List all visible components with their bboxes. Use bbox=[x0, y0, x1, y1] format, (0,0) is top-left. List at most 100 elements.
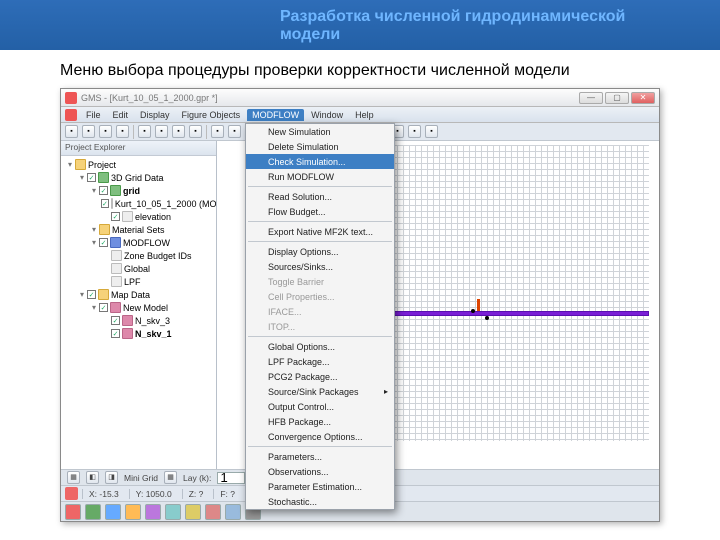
tree-item-lpf[interactable]: LPF bbox=[65, 275, 212, 288]
tree-item-3d-grid-data[interactable]: ▾✓ 3D Grid Data bbox=[65, 171, 212, 184]
tree-item-grid[interactable]: ▾✓grid bbox=[65, 184, 212, 197]
status-swatch bbox=[65, 487, 78, 500]
menu-item-stochastic[interactable]: Stochastic... bbox=[246, 494, 394, 509]
tree-item-kurt-10-05-1-2000-modflow-[interactable]: ✓Kurt_10_05_1_2000 (MODFLOW) bbox=[65, 197, 212, 210]
tree-twisty-icon[interactable]: ▾ bbox=[77, 290, 87, 299]
tree-checkbox[interactable]: ✓ bbox=[99, 303, 108, 312]
slide-header-line1: Разработка численной гидродинамической bbox=[280, 8, 720, 26]
menu-item-pcg2-package[interactable]: PCG2 Package... bbox=[246, 369, 394, 384]
menu-separator bbox=[248, 186, 392, 187]
menu-item-display-options[interactable]: Display Options... bbox=[246, 244, 394, 259]
tree-checkbox[interactable]: ✓ bbox=[111, 316, 120, 325]
tree-checkbox[interactable]: ✓ bbox=[111, 212, 120, 221]
view2-icon[interactable]: ◧ bbox=[86, 471, 99, 484]
modflow-menu-dropdown[interactable]: New SimulationDelete SimulationCheck Sim… bbox=[245, 123, 395, 510]
menu-item-sources-sinks[interactable]: Sources/Sinks... bbox=[246, 259, 394, 274]
layer-label: Lay (k): bbox=[183, 473, 211, 483]
tree-twisty-icon[interactable]: ▾ bbox=[65, 160, 75, 169]
tree-twisty-icon[interactable]: ▾ bbox=[89, 186, 99, 195]
open-icon[interactable]: ▪ bbox=[82, 125, 95, 138]
tree-item-global[interactable]: Global bbox=[65, 262, 212, 275]
module-button-9[interactable] bbox=[225, 504, 241, 520]
tree-checkbox[interactable]: ✓ bbox=[87, 290, 96, 299]
cut-icon[interactable]: ▪ bbox=[116, 125, 129, 138]
tree-item-new-model[interactable]: ▾✓New Model bbox=[65, 301, 212, 314]
redo-icon[interactable]: ▪ bbox=[189, 125, 202, 138]
menu-display[interactable]: Display bbox=[135, 109, 175, 121]
minimize-button[interactable]: — bbox=[579, 92, 603, 104]
tree-item-map-data[interactable]: ▾✓Map Data bbox=[65, 288, 212, 301]
tree-file-icon bbox=[111, 263, 122, 274]
minigrid-toggle-icon[interactable]: ▦ bbox=[164, 471, 177, 484]
menu-item-check-simulation[interactable]: Check Simulation... bbox=[246, 154, 394, 169]
menu-item-output-control[interactable]: Output Control... bbox=[246, 399, 394, 414]
tree-checkbox[interactable]: ✓ bbox=[111, 329, 120, 338]
module-button-5[interactable] bbox=[145, 504, 161, 520]
tree-twisty-icon[interactable]: ▾ bbox=[89, 303, 99, 312]
menu-item-parameter-estimation[interactable]: Parameter Estimation... bbox=[246, 479, 394, 494]
save-icon[interactable]: ▪ bbox=[99, 125, 112, 138]
layer-input[interactable] bbox=[217, 472, 245, 484]
menu-figure-objects[interactable]: Figure Objects bbox=[177, 109, 246, 121]
tree-item-material-sets[interactable]: ▾Material Sets bbox=[65, 223, 212, 236]
menu-item-run-modflow[interactable]: Run MODFLOW bbox=[246, 169, 394, 184]
tree-item-n-skv-1[interactable]: ✓N_skv_1 bbox=[65, 327, 212, 340]
menu-edit[interactable]: Edit bbox=[108, 109, 134, 121]
tree-twisty-icon[interactable]: ▾ bbox=[77, 173, 87, 182]
tree-checkbox[interactable]: ✓ bbox=[87, 173, 96, 182]
tree-twisty-icon[interactable]: ▾ bbox=[89, 238, 99, 247]
menu-item-flow-budget[interactable]: Flow Budget... bbox=[246, 204, 394, 219]
ortho-view-icon[interactable]: ▦ bbox=[67, 471, 80, 484]
tree-item-label: 3D Grid Data bbox=[111, 173, 164, 183]
module-button-6[interactable] bbox=[165, 504, 181, 520]
tree-item-project[interactable]: ▾Project bbox=[65, 158, 212, 171]
menu-item-source-sink-packages[interactable]: Source/Sink Packages bbox=[246, 384, 394, 399]
menu-file[interactable]: File bbox=[81, 109, 106, 121]
menu-item-observations[interactable]: Observations... bbox=[246, 464, 394, 479]
menu-item-export-native-mf2k-text[interactable]: Export Native MF2K text... bbox=[246, 224, 394, 239]
view3-icon[interactable]: ◨ bbox=[105, 471, 118, 484]
zoom+-icon[interactable]: ▪ bbox=[228, 125, 241, 138]
copy-icon[interactable]: ▪ bbox=[138, 125, 151, 138]
box-icon[interactable]: ▪ bbox=[65, 125, 78, 138]
menu-item-global-options[interactable]: Global Options... bbox=[246, 339, 394, 354]
maximize-button[interactable]: ▢ bbox=[605, 92, 629, 104]
menu-item-delete-simulation[interactable]: Delete Simulation bbox=[246, 139, 394, 154]
tree-item-n-skv-3[interactable]: ✓N_skv_3 bbox=[65, 314, 212, 327]
menu-modflow[interactable]: MODFLOW bbox=[247, 109, 304, 121]
sel3-icon[interactable]: ▪ bbox=[408, 125, 421, 138]
tree-checkbox[interactable]: ✓ bbox=[99, 186, 108, 195]
tree-item-label: elevation bbox=[135, 212, 171, 222]
module-button-3[interactable] bbox=[105, 504, 121, 520]
tree-item-label: Zone Budget IDs bbox=[124, 251, 192, 261]
module-button-8[interactable] bbox=[205, 504, 221, 520]
module-button-4[interactable] bbox=[125, 504, 141, 520]
tree-checkbox[interactable]: ✓ bbox=[101, 199, 109, 208]
project-tree[interactable]: ▾Project▾✓3D Grid Data▾✓grid ✓Kurt_10_05… bbox=[61, 156, 216, 469]
menu-item-convergence-options[interactable]: Convergence Options... bbox=[246, 429, 394, 444]
undo-icon[interactable]: ▪ bbox=[172, 125, 185, 138]
menu-item-lpf-package[interactable]: LPF Package... bbox=[246, 354, 394, 369]
tree-twisty-icon[interactable]: ▾ bbox=[89, 225, 99, 234]
module-button-2[interactable] bbox=[85, 504, 101, 520]
module-button-1[interactable] bbox=[65, 504, 81, 520]
menu-item-read-solution[interactable]: Read Solution... bbox=[246, 189, 394, 204]
tree-checkbox[interactable]: ✓ bbox=[99, 238, 108, 247]
menu-item-hfb-package[interactable]: HFB Package... bbox=[246, 414, 394, 429]
module-button-7[interactable] bbox=[185, 504, 201, 520]
paste-icon[interactable]: ▪ bbox=[155, 125, 168, 138]
menu-window[interactable]: Window bbox=[306, 109, 348, 121]
status-z: Z: ? bbox=[182, 489, 210, 499]
tree-item-modflow[interactable]: ▾✓MODFLOW bbox=[65, 236, 212, 249]
tree-folder-icon bbox=[98, 289, 109, 300]
menu-item-parameters[interactable]: Parameters... bbox=[246, 449, 394, 464]
tree-item-zone-budget-ids[interactable]: Zone Budget IDs bbox=[65, 249, 212, 262]
minigrid-label: Mini Grid bbox=[124, 473, 158, 483]
tree-item-elevation[interactable]: ✓ elevation bbox=[65, 210, 212, 223]
titlebar[interactable]: GMS - [Kurt_10_05_1_2000.gpr *] — ▢ ✕ bbox=[61, 89, 659, 107]
menu-help[interactable]: Help bbox=[350, 109, 379, 121]
close-button[interactable]: ✕ bbox=[631, 92, 655, 104]
help-icon[interactable]: ▪ bbox=[425, 125, 438, 138]
mesh-icon[interactable]: ▪ bbox=[211, 125, 224, 138]
menu-item-new-simulation[interactable]: New Simulation bbox=[246, 124, 394, 139]
